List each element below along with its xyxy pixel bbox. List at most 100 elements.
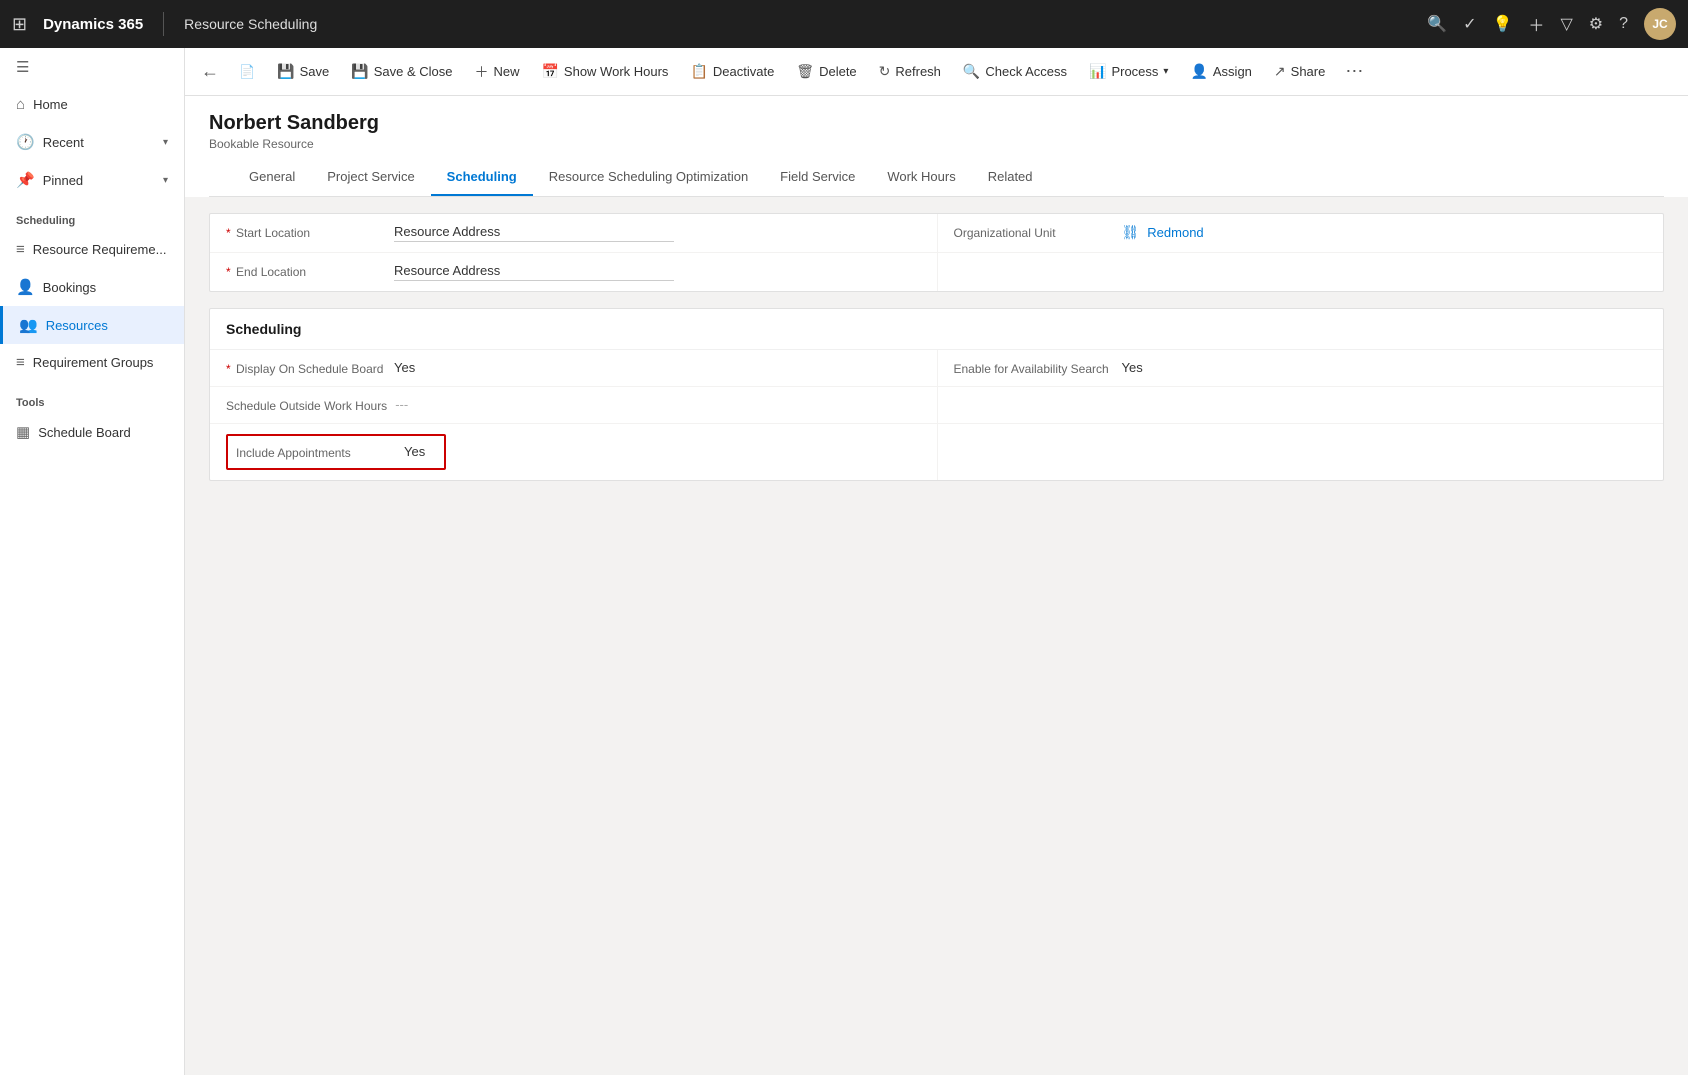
- sidebar-item-recent-label: Recent: [43, 135, 84, 150]
- tools-section-title: Tools: [0, 381, 184, 413]
- tabs: General Project Service Scheduling Resou…: [209, 159, 1664, 197]
- save-icon: 💾: [277, 63, 294, 80]
- new-label: New: [493, 64, 519, 79]
- start-location-label: * Start Location: [226, 224, 386, 240]
- process-button[interactable]: 📊 Process ▾: [1079, 57, 1178, 86]
- tab-field-service[interactable]: Field Service: [764, 159, 871, 196]
- tab-scheduling[interactable]: Scheduling: [431, 159, 533, 196]
- command-bar: ← 📄 💾 Save 💾 Save & Close ＋ New 📅 Show W…: [185, 48, 1688, 96]
- end-location-value[interactable]: Resource Address: [394, 263, 674, 280]
- process-label: Process: [1111, 64, 1158, 79]
- delete-button[interactable]: 🗑 Delete: [786, 57, 866, 86]
- schedule-outside-value[interactable]: ---: [395, 397, 408, 412]
- display-schedule-board-cell: * Display On Schedule Board Yes: [210, 350, 937, 386]
- home-icon: ⌂: [16, 96, 25, 113]
- tab-resource-scheduling-opt[interactable]: Resource Scheduling Optimization: [533, 159, 764, 196]
- deactivate-label: Deactivate: [713, 64, 774, 79]
- end-location-required: *: [226, 265, 231, 279]
- sidebar-item-bookings[interactable]: 👤 Bookings: [0, 268, 184, 306]
- empty-cell: [937, 253, 1664, 291]
- save-close-button[interactable]: 💾 Save & Close: [341, 57, 462, 86]
- sidebar-item-resource-requirements[interactable]: ≡ Resource Requireme...: [0, 231, 184, 268]
- org-unit-value-wrapper: ⛓ Redmond: [1122, 224, 1204, 241]
- tab-related[interactable]: Related: [972, 159, 1049, 196]
- enable-availability-value[interactable]: Yes: [1122, 360, 1143, 375]
- assign-icon: 👤: [1190, 63, 1207, 80]
- sidebar-item-requirement-groups[interactable]: ≡ Requirement Groups: [0, 344, 184, 381]
- user-avatar[interactable]: JC: [1644, 8, 1676, 40]
- add-icon[interactable]: ＋: [1528, 12, 1544, 36]
- save-close-label: Save & Close: [374, 64, 453, 79]
- sidebar: ☰ ⌂ Home 🕐 Recent ▾ 📌 Pinned ▾ Schedulin…: [0, 48, 185, 1075]
- sidebar-item-resource-requirements-label: Resource Requireme...: [33, 242, 167, 257]
- sidebar-item-pinned[interactable]: 📌 Pinned ▾: [0, 161, 184, 199]
- main-layout: ☰ ⌂ Home 🕐 Recent ▾ 📌 Pinned ▾ Schedulin…: [0, 48, 1688, 1075]
- pin-icon: 📌: [16, 171, 35, 189]
- settings-icon[interactable]: ⚙: [1589, 14, 1603, 34]
- sidebar-item-home[interactable]: ⌂ Home: [0, 86, 184, 123]
- start-location-value[interactable]: Resource Address: [394, 224, 674, 241]
- end-location-cell: * End Location Resource Address: [210, 253, 937, 291]
- include-appointments-value[interactable]: Yes: [404, 444, 425, 459]
- new-icon: ＋: [474, 62, 488, 82]
- refresh-label: Refresh: [895, 64, 941, 79]
- refresh-icon: ↻: [879, 63, 891, 80]
- display-schedule-board-label: * Display On Schedule Board: [226, 360, 386, 376]
- scheduling-row-3: Include Appointments Yes: [210, 424, 1663, 480]
- recent-icon: 🕐: [16, 133, 35, 151]
- save-label: Save: [300, 64, 330, 79]
- end-location-label: * End Location: [226, 263, 386, 279]
- show-work-hours-button[interactable]: 📅 Show Work Hours: [531, 57, 678, 86]
- record-type: Bookable Resource: [209, 137, 1664, 151]
- app-grid-button[interactable]: ⊞: [12, 14, 27, 35]
- refresh-button[interactable]: ↻ Refresh: [869, 57, 951, 86]
- share-label: Share: [1291, 64, 1326, 79]
- enable-availability-cell: Enable for Availability Search Yes: [937, 350, 1664, 386]
- more-options[interactable]: ⋯: [1337, 57, 1371, 86]
- sidebar-item-schedule-board[interactable]: ▦ Schedule Board: [0, 413, 184, 451]
- org-unit-value[interactable]: Redmond: [1147, 225, 1203, 240]
- assign-button[interactable]: 👤 Assign: [1180, 57, 1261, 86]
- schedule-outside-label: Schedule Outside Work Hours: [226, 397, 387, 413]
- resource-requirements-icon: ≡: [16, 241, 25, 258]
- back-button[interactable]: ←: [193, 57, 227, 86]
- tab-general[interactable]: General: [233, 159, 311, 196]
- top-bar: ⊞ Dynamics 365 Resource Scheduling 🔍 ✓ 💡…: [0, 0, 1688, 48]
- sidebar-item-recent[interactable]: 🕐 Recent ▾: [0, 123, 184, 161]
- app-title: Dynamics 365: [43, 16, 143, 33]
- display-schedule-board-value[interactable]: Yes: [394, 360, 415, 375]
- lightbulb-icon[interactable]: 💡: [1493, 14, 1513, 34]
- check-access-label: Check Access: [985, 64, 1067, 79]
- share-button[interactable]: ↗ Share: [1264, 57, 1335, 86]
- scheduling-row-2: Schedule Outside Work Hours ---: [210, 387, 1663, 424]
- record-name: Norbert Sandberg: [209, 112, 1664, 135]
- start-location-required: *: [226, 226, 231, 240]
- search-icon[interactable]: 🔍: [1427, 14, 1447, 34]
- include-appointments-highlight: Include Appointments Yes: [226, 434, 446, 470]
- deactivate-button[interactable]: 📋 Deactivate: [680, 57, 784, 86]
- new-button[interactable]: ＋ New: [464, 56, 529, 88]
- recent-chevron: ▾: [163, 137, 168, 148]
- checklist-icon[interactable]: ✓: [1463, 14, 1476, 34]
- tab-work-hours[interactable]: Work Hours: [871, 159, 971, 196]
- sidebar-item-pinned-label: Pinned: [43, 173, 83, 188]
- bookings-icon: 👤: [16, 278, 35, 296]
- module-title: Resource Scheduling: [184, 16, 317, 32]
- record-icon-button[interactable]: 📄: [229, 58, 265, 86]
- filter-icon[interactable]: ▽: [1560, 14, 1572, 34]
- assign-label: Assign: [1213, 64, 1252, 79]
- check-access-button[interactable]: 🔍 Check Access: [953, 57, 1077, 86]
- help-icon[interactable]: ?: [1619, 15, 1628, 33]
- sidebar-item-home-label: Home: [33, 97, 68, 112]
- sidebar-collapse-toggle[interactable]: ☰: [0, 48, 184, 86]
- process-chevron: ▾: [1163, 66, 1168, 77]
- save-button[interactable]: 💾 Save: [267, 57, 339, 86]
- requirement-groups-icon: ≡: [16, 354, 25, 371]
- sidebar-item-requirement-groups-label: Requirement Groups: [33, 355, 154, 370]
- end-location-input-wrapper: Resource Address: [394, 263, 674, 281]
- scheduling-section-title: Scheduling: [0, 199, 184, 231]
- top-bar-divider: [163, 12, 164, 36]
- tab-project-service[interactable]: Project Service: [311, 159, 430, 196]
- sidebar-item-resources[interactable]: 👥 Resources: [0, 306, 184, 344]
- form-body: * Start Location Resource Address Organi…: [185, 197, 1688, 513]
